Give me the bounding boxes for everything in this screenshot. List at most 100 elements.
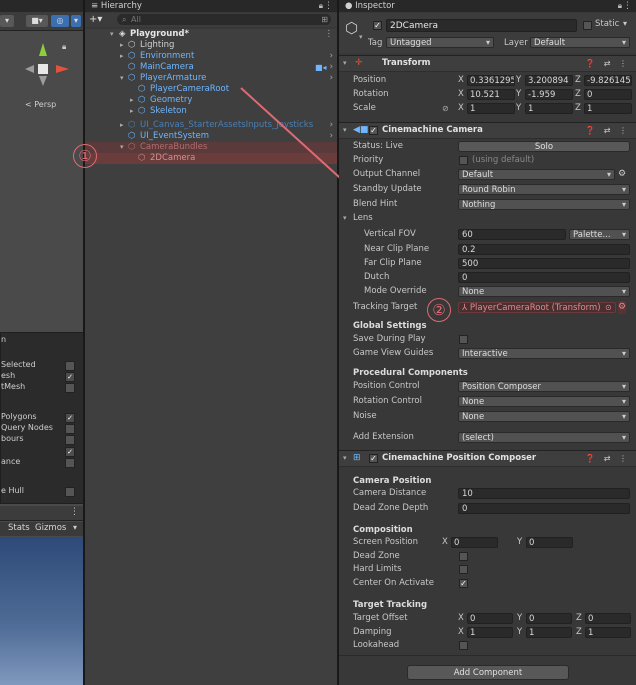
- overlay-row[interactable]: ance: [1, 457, 81, 468]
- expand-arrow-icon[interactable]: ▾: [343, 123, 347, 138]
- expand-arrow-icon[interactable]: ▾: [120, 73, 124, 84]
- expand-arrow-icon[interactable]: ▾: [343, 56, 347, 71]
- far-clip-field[interactable]: 500: [458, 258, 630, 269]
- palette-dropdown[interactable]: Palette...: [569, 229, 630, 240]
- gizmos-dropdown-icon[interactable]: ▾: [73, 523, 77, 532]
- lock-icon[interactable]: 🔒︎: [618, 0, 622, 12]
- search-filter-icon[interactable]: ⊞: [321, 14, 328, 25]
- priority-checkbox[interactable]: [459, 156, 468, 165]
- add-object-button[interactable]: +▾: [89, 13, 102, 27]
- add-extension-dropdown[interactable]: (select): [458, 432, 630, 443]
- list-item[interactable]: ▾ ⬡ CameraBundles: [85, 142, 337, 153]
- more-menu-icon[interactable]: ⋮: [70, 507, 79, 517]
- link-icon[interactable]: ⊘: [442, 102, 449, 115]
- overlay-row[interactable]: tMesh: [1, 382, 81, 393]
- component-menu-icons[interactable]: ❓ ⇄ ⋮: [585, 123, 630, 138]
- chevron-right-icon[interactable]: ›: [330, 62, 333, 73]
- expand-arrow-icon[interactable]: ▸: [120, 51, 124, 62]
- overlay-row[interactable]: esh ✓: [1, 371, 81, 382]
- target-offset-x-field[interactable]: X0: [458, 613, 515, 624]
- center-on-activate-checkbox[interactable]: ✓: [459, 579, 468, 588]
- expand-arrow-icon[interactable]: ▾: [110, 29, 114, 40]
- add-component-button[interactable]: Add Component: [407, 665, 569, 680]
- gear-icon[interactable]: ⚙: [618, 301, 627, 314]
- stats-button[interactable]: Stats: [8, 523, 30, 533]
- lens-row[interactable]: ▾ Lens: [339, 212, 636, 225]
- gizmo-dropdown[interactable]: ▾: [71, 15, 81, 27]
- scale-y-field[interactable]: Y1: [516, 103, 573, 114]
- rotation-z-field[interactable]: Z0: [575, 89, 632, 100]
- chevron-right-icon[interactable]: ›: [330, 73, 333, 84]
- tracking-target-field[interactable]: ⅄ PlayerCameraRoot (Transform): [458, 302, 616, 313]
- static-checkbox[interactable]: [583, 21, 592, 30]
- scale-z-field[interactable]: Z1: [575, 103, 632, 114]
- list-item[interactable]: ▾ ◈ Playground* ⋮: [85, 29, 337, 40]
- chevron-right-icon[interactable]: ›: [330, 131, 333, 142]
- dead-zone-depth-field[interactable]: 0: [458, 503, 630, 514]
- overlay-checkbox[interactable]: ✓: [65, 447, 75, 457]
- rotation-control-dropdown[interactable]: None: [458, 396, 630, 407]
- list-item[interactable]: ▸ ⬡ Environment ›: [85, 51, 337, 62]
- game-view-guides-dropdown[interactable]: Interactive: [458, 348, 630, 359]
- orientation-gizmo[interactable]: [22, 38, 72, 88]
- overlay-row[interactable]: Selected: [1, 360, 81, 371]
- save-during-play-checkbox[interactable]: [459, 335, 468, 344]
- position-x-field[interactable]: X 0.3361295: [458, 75, 515, 86]
- mode-override-dropdown[interactable]: None: [458, 286, 630, 297]
- tag-dropdown[interactable]: Untagged: [386, 37, 494, 48]
- transform-section-header[interactable]: ▾ ✛ Transform ❓ ⇄ ⋮: [339, 55, 636, 72]
- hierarchy-search-input[interactable]: ⌕ All ⊞: [117, 14, 331, 25]
- overlay-checkbox[interactable]: [65, 458, 75, 468]
- position-y-field[interactable]: Y 3.200894: [516, 75, 573, 86]
- expand-arrow-icon[interactable]: ▸: [120, 40, 124, 51]
- list-item[interactable]: ▸ ⬡ Lighting: [85, 40, 337, 51]
- camera-distance-field[interactable]: 10: [458, 488, 630, 499]
- blend-hint-dropdown[interactable]: Nothing: [458, 199, 630, 210]
- layer-dropdown[interactable]: Default: [530, 37, 630, 48]
- list-item[interactable]: ▾ ⬡ PlayerArmature ›: [85, 73, 337, 84]
- dead-zone-checkbox[interactable]: [459, 552, 468, 561]
- expand-arrow-icon[interactable]: ▸: [120, 120, 124, 131]
- damping-y-field[interactable]: Y1: [517, 627, 574, 638]
- component-menu-icons[interactable]: ❓ ⇄ ⋮: [585, 56, 630, 71]
- position-composer-section-header[interactable]: ▾ ⊞ ✓ Cinemachine Position Composer ❓ ⇄ …: [339, 450, 636, 467]
- expand-arrow-icon[interactable]: ▸: [130, 106, 134, 117]
- noise-dropdown[interactable]: None: [458, 411, 630, 422]
- dutch-field[interactable]: 0: [458, 272, 630, 283]
- hard-limits-checkbox[interactable]: [459, 565, 468, 574]
- overlay-row[interactable]: bours: [1, 434, 81, 445]
- draw-mode-dropdown[interactable]: ▾: [0, 15, 14, 27]
- position-control-dropdown[interactable]: Position Composer: [458, 381, 630, 392]
- overlay-row[interactable]: Polygons ✓: [1, 412, 81, 423]
- inspector-tab[interactable]: ● Inspector 🔒︎ ⋮: [339, 0, 636, 12]
- expand-arrow-icon[interactable]: ▾: [343, 212, 347, 225]
- object-name-field[interactable]: 2DCamera: [386, 19, 577, 32]
- overlay-checkbox[interactable]: [65, 383, 75, 393]
- lock-icon[interactable]: 🔒︎: [319, 0, 323, 12]
- expand-arrow-icon[interactable]: ▾: [343, 451, 347, 466]
- overlay-row[interactable]: e Hull: [1, 486, 81, 497]
- overlay-checkbox[interactable]: [65, 361, 75, 371]
- list-item[interactable]: ▸ ⬡ Geometry: [85, 95, 337, 106]
- overlay-checkbox[interactable]: ✓: [65, 372, 75, 382]
- overlay-checkbox[interactable]: [65, 487, 75, 497]
- list-item-selected[interactable]: ⬡ 2DCamera: [85, 153, 337, 164]
- overlay-checkbox[interactable]: [65, 435, 75, 445]
- lookahead-checkbox[interactable]: [459, 641, 468, 650]
- component-menu-icons[interactable]: ❓ ⇄ ⋮: [585, 451, 630, 466]
- overlay-checkbox[interactable]: ✓: [65, 413, 75, 423]
- screen-position-x-field[interactable]: X0: [442, 537, 499, 548]
- overlay-row[interactable]: ✓: [1, 446, 81, 457]
- rotation-y-field[interactable]: Y -1.959: [516, 89, 573, 100]
- component-enabled-checkbox[interactable]: ✓: [369, 454, 378, 463]
- gear-icon[interactable]: ⚙: [618, 168, 626, 181]
- perspective-label[interactable]: < Persp: [25, 100, 56, 109]
- gizmo-toggle-button[interactable]: ◎: [51, 15, 69, 27]
- scene-view[interactable]: ▾ ■▾ ◎ ▾ 🔒︎ < Persp n Selected esh ✓ tMes…: [0, 0, 83, 685]
- vertical-fov-field[interactable]: 60: [458, 229, 566, 240]
- list-item[interactable]: ▸ ⬡ Skeleton: [85, 106, 337, 117]
- chevron-right-icon[interactable]: ›: [330, 51, 333, 62]
- position-z-field[interactable]: Z -9.826145: [575, 75, 632, 86]
- standby-update-dropdown[interactable]: Round Robin: [458, 184, 630, 195]
- list-item[interactable]: ⬡ MainCamera ■◂ ›: [85, 62, 337, 73]
